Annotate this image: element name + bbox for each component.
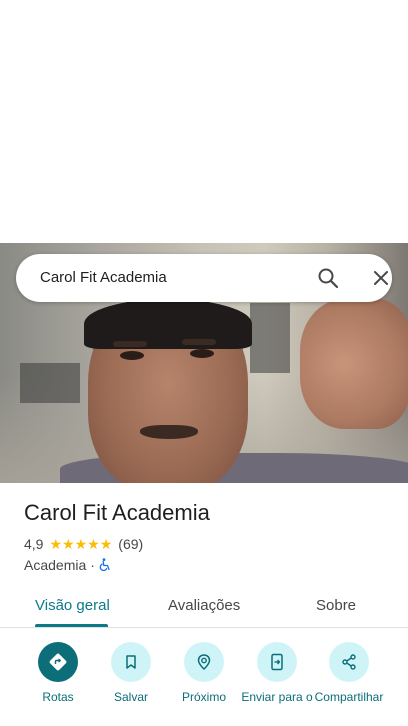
tab-bar: Visão geral Avaliações Sobre [0, 583, 408, 628]
directions-button[interactable]: Rotas [18, 642, 98, 704]
send-to-phone-icon [271, 653, 283, 671]
photo-gym-machine [250, 303, 290, 373]
review-count: (69) [118, 536, 144, 552]
send-to-phone-button[interactable]: Enviar para o [237, 642, 317, 704]
star-rating: ★ ★ ★ ★ ★ [49, 537, 112, 551]
save-circle[interactable] [111, 642, 151, 682]
category-row: Academia · [24, 557, 111, 573]
send-to-phone-label: Enviar para o [241, 690, 313, 704]
photo-hair [84, 299, 252, 349]
nearby-label: Próximo [181, 690, 226, 704]
photo-mustache [140, 425, 198, 439]
star-icon: ★ [62, 536, 75, 552]
search-bar[interactable]: Carol Fit Academia [16, 254, 392, 302]
action-bar: Rotas Salvar Próximo Enviar para o Compa… [0, 642, 408, 726]
nearby-button[interactable]: Próximo [164, 642, 244, 704]
save-label: Salvar [113, 690, 148, 704]
share-label: Compartilhar [314, 690, 384, 704]
blank-area [0, 0, 408, 243]
place-title: Carol Fit Academia [24, 500, 210, 525]
send-to-phone-circle[interactable] [257, 642, 297, 682]
save-button[interactable]: Salvar [91, 642, 171, 704]
star-icon: ★ [74, 536, 88, 552]
rating-value: 4,9 [24, 536, 44, 552]
star-icon: ★ [49, 536, 63, 552]
star-icon: ★ [87, 536, 100, 552]
directions-label: Rotas [42, 690, 74, 704]
bookmark-icon [126, 655, 136, 669]
photo-gym-bench [20, 363, 80, 403]
active-tab-indicator [35, 624, 108, 627]
directions-icon [49, 653, 67, 671]
wheelchair-accessible-icon [99, 558, 110, 572]
tab-reviews[interactable]: Avaliações [168, 597, 240, 614]
star-icon: ★ [99, 536, 113, 552]
search-input[interactable]: Carol Fit Academia [40, 269, 167, 286]
tab-about[interactable]: Sobre [316, 597, 356, 614]
close-icon[interactable] [369, 266, 393, 290]
share-icon [342, 654, 356, 670]
photo-brow-right [182, 339, 216, 345]
share-button[interactable]: Compartilhar [309, 642, 389, 704]
tab-overview[interactable]: Visão geral [35, 597, 110, 614]
rating-row[interactable]: 4,9 ★ ★ ★ ★ ★ (69) [24, 536, 143, 552]
separator: · [90, 557, 95, 573]
photo-hand [300, 299, 408, 429]
photo-brow-left [113, 341, 147, 347]
nearby-icon [197, 654, 211, 671]
share-circle[interactable] [329, 642, 369, 682]
search-icon[interactable] [316, 266, 340, 290]
place-category: Academia [24, 557, 87, 573]
photo-eye-right [190, 349, 214, 358]
nearby-circle[interactable] [184, 642, 224, 682]
directions-circle[interactable] [38, 642, 78, 682]
photo-eye-left [120, 351, 144, 360]
